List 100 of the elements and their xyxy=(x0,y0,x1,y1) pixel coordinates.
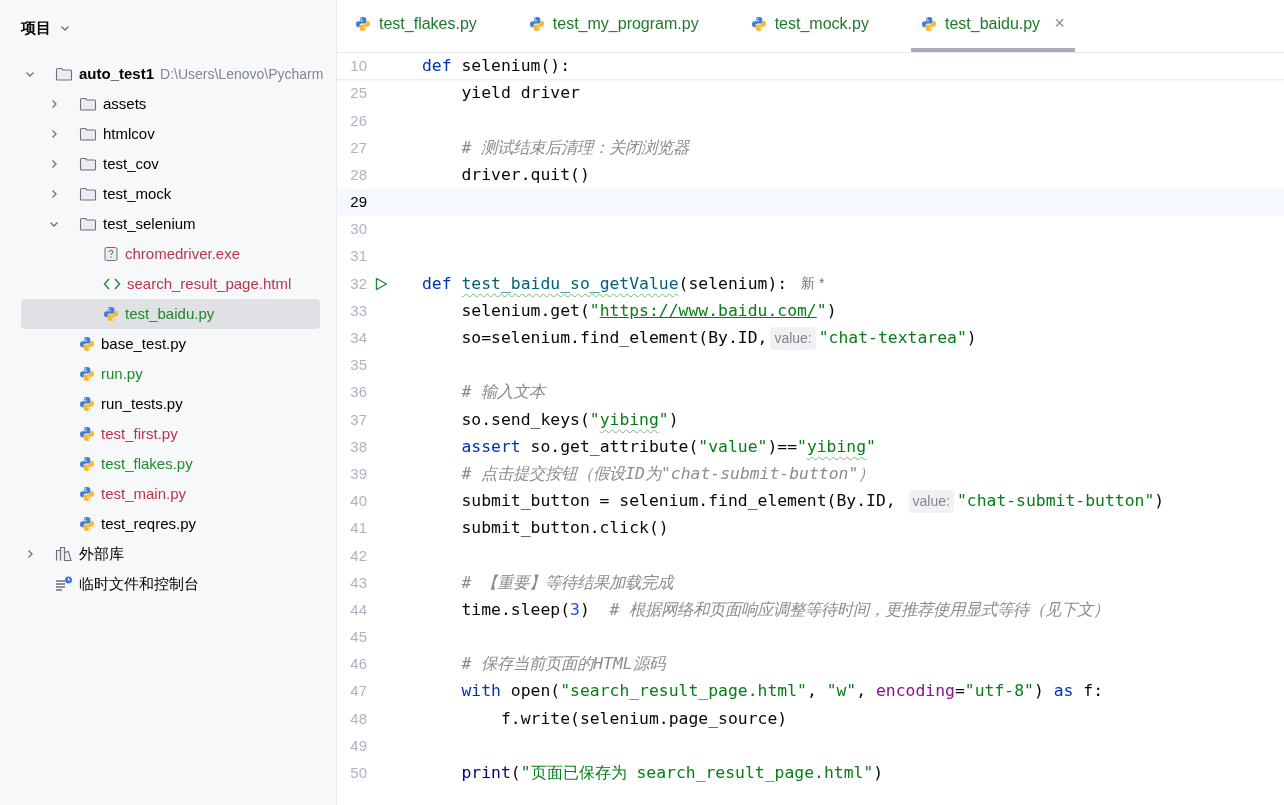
line-number: 41 xyxy=(349,518,367,539)
python-icon xyxy=(79,486,95,502)
tree-item[interactable]: search_result_page.html xyxy=(21,269,320,299)
code-token: "value" xyxy=(698,435,768,458)
tree-item[interactable]: run_tests.py xyxy=(21,389,320,419)
code-token: def xyxy=(422,272,453,295)
line-number: 48 xyxy=(349,708,367,729)
line-number: 29 xyxy=(349,192,367,213)
code-token: ) xyxy=(1033,680,1045,703)
line-number: 30 xyxy=(349,219,367,240)
editor-tab[interactable]: test_flakes.py xyxy=(345,0,487,52)
python-icon xyxy=(79,516,95,532)
file-name: test_mock xyxy=(103,183,172,204)
file-name: search_result_page.html xyxy=(127,273,292,294)
tree-item[interactable]: test_reqres.py xyxy=(21,509,320,539)
code-token: , xyxy=(806,680,818,703)
code-token: test_baidu_so_getValue xyxy=(461,272,679,295)
scratch-file-icon xyxy=(55,576,73,592)
code-token: "utf-8" xyxy=(964,680,1034,703)
tree-item[interactable]: chromedriver.exe xyxy=(21,239,320,269)
tree-item[interactable]: run.py xyxy=(21,359,320,389)
line-number: 32 xyxy=(349,273,367,294)
line-number: 34 xyxy=(349,328,367,349)
code-token: with xyxy=(460,680,501,703)
code-token: f: xyxy=(1082,680,1103,703)
editor-tab[interactable]: test_my_program.py xyxy=(518,0,709,52)
tree-item[interactable]: test_baidu.py xyxy=(21,299,320,329)
tree-item[interactable]: 外部库 xyxy=(21,539,320,569)
code-token: selenium(): xyxy=(460,55,571,75)
code-token: = xyxy=(954,680,965,703)
file-name: base_test.py xyxy=(101,333,187,354)
folder-icon xyxy=(79,186,97,202)
code-token: ) xyxy=(873,761,884,784)
line-number: 33 xyxy=(349,300,367,321)
python-icon xyxy=(920,15,937,32)
line-number: 10 xyxy=(349,56,367,76)
code-token: ) xyxy=(826,299,837,322)
code-token: # 输入文本 xyxy=(460,381,546,404)
code-token: # 点击提交按钮（假设ID为"chat-submit-button"） xyxy=(460,462,875,485)
code-token: ) xyxy=(966,326,977,349)
line-number: 39 xyxy=(349,463,367,484)
folder-icon xyxy=(79,126,97,142)
tree-item[interactable]: auto_test1 D:\Users\Lenovo\Pycharm xyxy=(21,59,336,89)
line-number: 47 xyxy=(349,681,367,702)
python-icon xyxy=(355,15,371,32)
python-icon xyxy=(750,15,767,32)
code-token: selenium.get( xyxy=(460,299,590,322)
question-file-icon xyxy=(103,246,119,262)
folder-icon xyxy=(79,96,97,112)
code-token: "search_result_page.html" xyxy=(560,680,807,703)
file-name: 临时文件和控制台 xyxy=(79,573,199,594)
file-name: test_first.py xyxy=(101,423,178,444)
code-token: def xyxy=(422,55,452,75)
code-token: so=selenium.find_element(By.ID, xyxy=(460,326,768,349)
code-token: submit_button = selenium.find_element(By.ID, xyxy=(460,490,897,513)
tree-item[interactable]: test_selenium xyxy=(21,209,320,239)
file-name: test_main.py xyxy=(101,483,187,504)
tree-item[interactable]: test_flakes.py xyxy=(21,449,320,479)
line-number: 37 xyxy=(349,409,367,430)
code-token: assert xyxy=(460,435,521,458)
close-button[interactable]: × xyxy=(1054,10,1065,37)
tree-item[interactable]: base_test.py xyxy=(21,329,320,359)
code-token: 3 xyxy=(570,598,580,621)
code-token: "chat-submit-button" xyxy=(956,490,1155,513)
code-token: (selenium): xyxy=(678,272,788,295)
tree-item[interactable]: htmlcov xyxy=(21,119,320,149)
code-token: yibing xyxy=(806,435,867,458)
library-icon xyxy=(55,546,73,562)
line-number: 31 xyxy=(349,246,367,267)
file-name: test_baidu.py xyxy=(125,303,215,324)
code-token: " xyxy=(658,408,669,431)
file-name: 外部库 xyxy=(79,543,124,564)
editor-tab[interactable]: test_mock.py xyxy=(740,0,879,52)
line-number: 42 xyxy=(349,545,367,566)
line-number: 46 xyxy=(349,654,367,675)
file-name: chromedriver.exe xyxy=(125,243,241,264)
editor-tab[interactable]: test_baidu.py × xyxy=(910,0,1075,52)
tree-item[interactable]: assets xyxy=(21,89,320,119)
python-icon xyxy=(528,15,545,32)
file-name: test_selenium xyxy=(103,213,196,234)
folder-icon xyxy=(79,156,97,172)
tree-item[interactable]: 临时文件和控制台 xyxy=(21,569,320,599)
tree-item[interactable]: test_first.py xyxy=(21,419,320,449)
python-icon xyxy=(79,456,95,472)
tree-item[interactable]: test_cov xyxy=(21,149,320,179)
line-number: 35 xyxy=(349,355,367,376)
code-token: " xyxy=(797,435,807,458)
tree-item[interactable]: test_main.py xyxy=(21,479,320,509)
code-token: f.write(selenium.page_source) xyxy=(499,707,788,730)
code-token: "w" xyxy=(826,680,857,703)
code-token: " xyxy=(816,299,827,322)
python-icon xyxy=(79,336,95,352)
code-brackets-icon xyxy=(103,277,121,291)
code-token: as xyxy=(1053,680,1074,703)
run-icon[interactable] xyxy=(373,275,389,292)
author-hint: 新 * xyxy=(801,274,825,294)
tree-item[interactable]: test_mock xyxy=(21,179,320,209)
code-token: " xyxy=(866,435,876,458)
panel-title: 项目 xyxy=(21,17,51,38)
line-number: 27 xyxy=(349,137,367,158)
